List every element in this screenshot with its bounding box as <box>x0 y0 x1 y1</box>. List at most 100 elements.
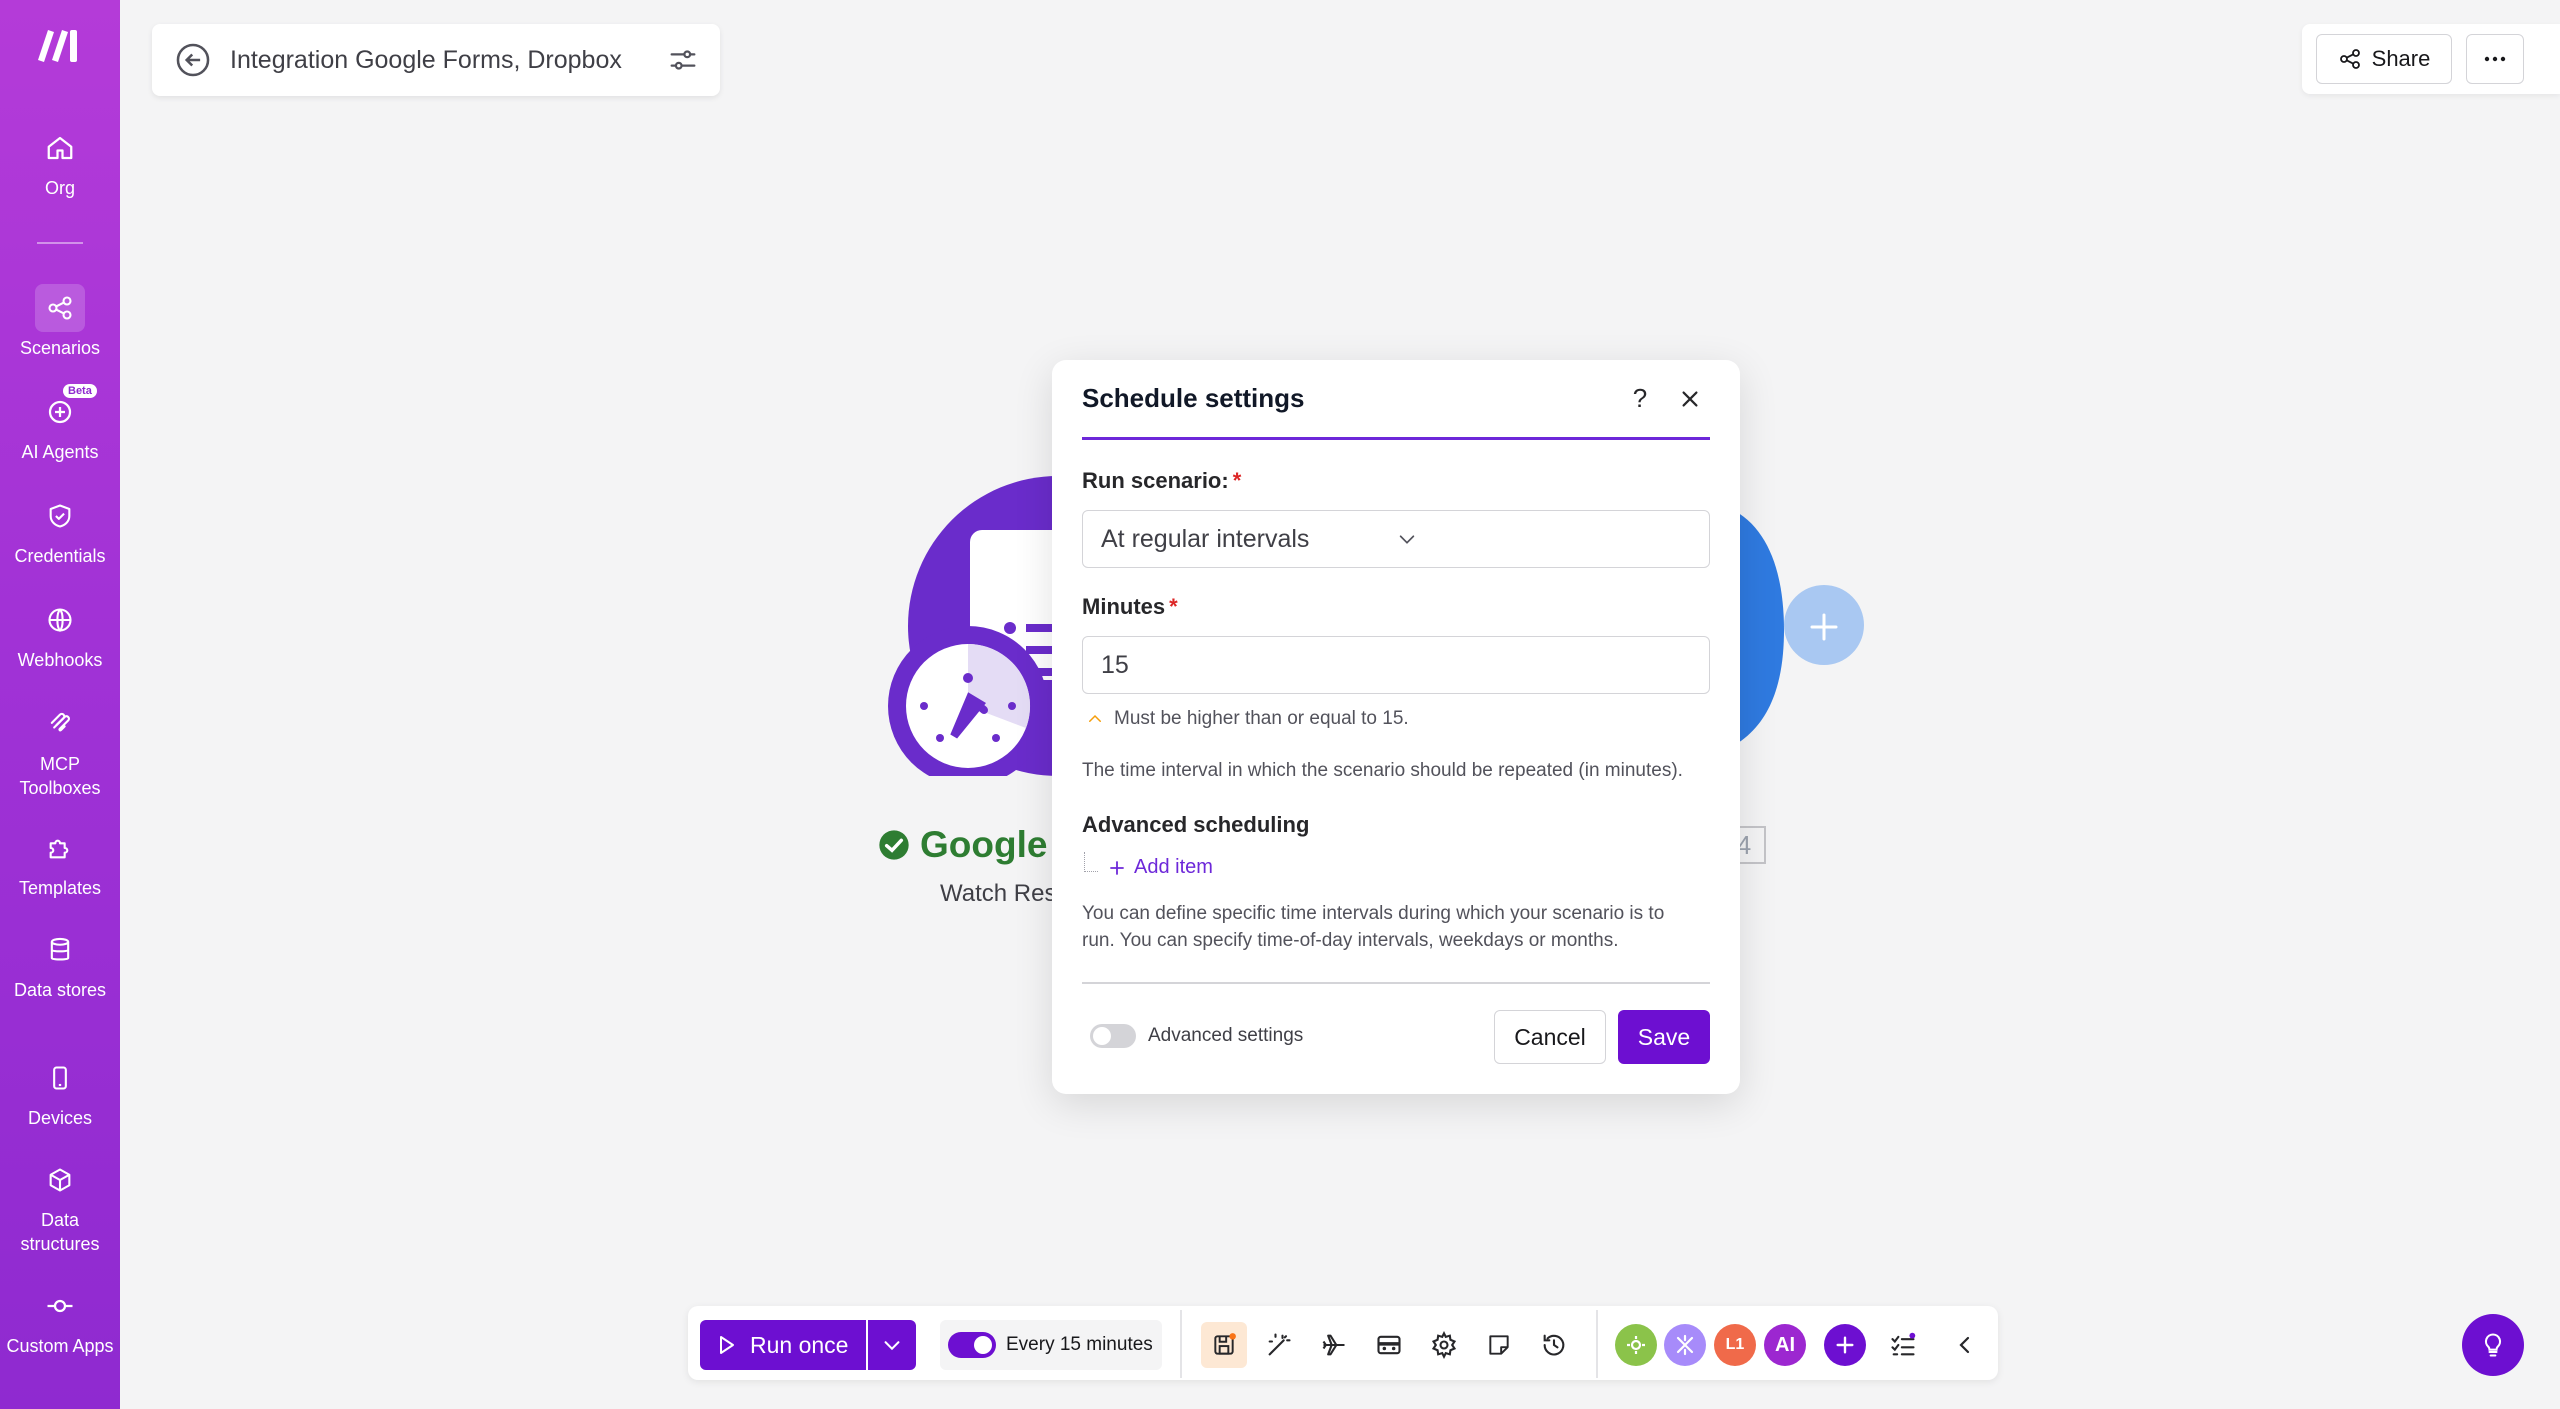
advanced-settings-label: Advanced settings <box>1148 1025 1304 1046</box>
sidebar-item-label: Custom Apps <box>6 1336 114 1356</box>
sidebar-item-label: Templates <box>18 878 102 898</box>
save-scenario-icon[interactable] <box>1201 1322 1247 1368</box>
toolbar-separator <box>1180 1310 1182 1378</box>
sidebar-item-custom-apps[interactable]: Custom Apps <box>0 1282 120 1358</box>
chevron-down-icon <box>881 1334 903 1356</box>
toolbar-separator <box>1596 1310 1598 1378</box>
close-icon[interactable] <box>1670 379 1710 419</box>
phone-icon <box>35 1054 85 1102</box>
minutes-label: Minutes * <box>1082 594 1178 620</box>
module-l1-avatar[interactable]: L1 <box>1714 1324 1756 1366</box>
sidebar-item-label: Data structures <box>20 1210 100 1254</box>
sidebar-item-data-structures[interactable]: Data structures <box>0 1156 120 1256</box>
commit-icon <box>35 1282 85 1330</box>
more-options-button[interactable] <box>2466 34 2524 84</box>
globe-icon <box>35 596 85 644</box>
back-arrow-icon[interactable] <box>174 41 212 79</box>
airplane-icon[interactable] <box>1311 1322 1357 1368</box>
sidebar-item-devices[interactable]: Devices <box>0 1054 120 1130</box>
sidebar-item-label: Credentials <box>14 546 106 566</box>
required-mark: * <box>1169 594 1178 619</box>
sidebar: Org Scenarios Beta AI Agents Credentials… <box>0 0 120 1409</box>
chevron-left-icon[interactable] <box>1942 1322 1988 1368</box>
cube-icon <box>35 1156 85 1204</box>
ellipsis-icon <box>2484 56 2506 62</box>
run-once-label: Run once <box>750 1331 849 1358</box>
sidebar-item-mcp-toolboxes[interactable]: MCP Toolboxes <box>0 700 120 800</box>
scenario-title[interactable]: Integration Google Forms, Dropbox <box>230 46 666 75</box>
add-item-button[interactable]: Add item <box>1108 856 1213 879</box>
cancel-button[interactable]: Cancel <box>1494 1010 1606 1064</box>
sidebar-item-webhooks[interactable]: Webhooks <box>0 596 120 672</box>
home-icon <box>35 124 85 172</box>
sidebar-item-label: Devices <box>27 1108 93 1128</box>
interval-help-text: The time interval in which the scenario … <box>1082 760 1683 781</box>
checklist-icon[interactable] <box>1880 1322 1926 1368</box>
share-nodes-icon <box>35 284 85 332</box>
play-icon <box>714 1333 738 1357</box>
schedule-toggle-pill[interactable]: Every 15 minutes <box>940 1320 1162 1370</box>
sliders-icon[interactable] <box>666 43 700 77</box>
help-lightbulb-button[interactable] <box>2462 1314 2524 1376</box>
scenario-title-card: Integration Google Forms, Dropbox <box>152 24 720 96</box>
google-module-label: Google <box>878 824 1047 866</box>
puzzle-icon <box>35 824 85 872</box>
run-options-dropdown[interactable] <box>868 1320 916 1370</box>
sidebar-item-data-stores[interactable]: Data stores <box>0 926 120 1002</box>
lightbulb-icon <box>2479 1331 2507 1359</box>
minutes-input[interactable] <box>1082 636 1710 694</box>
schedule-toggle[interactable] <box>948 1332 996 1358</box>
schedule-settings-dialog: Schedule settings ? Run scenario: * At re… <box>1052 360 1740 1094</box>
run-scenario-select[interactable]: At regular intervals <box>1082 510 1710 568</box>
module-subtitle: Watch Res <box>940 880 1057 907</box>
plus-icon <box>1108 859 1126 877</box>
sidebar-item-org[interactable]: Org <box>0 124 120 200</box>
mcp-icon <box>35 700 85 748</box>
module-ai-avatar[interactable]: AI <box>1764 1324 1806 1366</box>
database-icon <box>35 926 85 974</box>
sidebar-item-label: Webhooks <box>17 650 103 670</box>
layout-icon[interactable] <box>1366 1322 1412 1368</box>
advanced-help-line2: run. You can specify time-of-day interva… <box>1082 930 1619 951</box>
add-module-plus-icon[interactable] <box>1806 609 1842 645</box>
module-tools-avatar-icon[interactable] <box>1664 1324 1706 1366</box>
sidebar-item-credentials[interactable]: Credentials <box>0 492 120 568</box>
add-item-label: Add item <box>1134 856 1213 878</box>
dialog-header: Schedule settings ? <box>1082 360 1710 440</box>
history-icon[interactable] <box>1531 1322 1577 1368</box>
warning-chevron-icon <box>1086 710 1104 728</box>
minutes-warning: Must be higher than or equal to 15. <box>1114 708 1409 729</box>
advanced-help-line1: You can define specific time intervals d… <box>1082 903 1665 924</box>
note-icon[interactable] <box>1476 1322 1522 1368</box>
sidebar-item-scenarios[interactable]: Scenarios <box>0 284 120 360</box>
share-button[interactable]: Share <box>2316 34 2452 84</box>
magic-wand-icon[interactable] <box>1256 1322 1302 1368</box>
save-button[interactable]: Save <box>1618 1010 1710 1064</box>
share-label: Share <box>2371 46 2431 71</box>
gear-icon[interactable] <box>1421 1322 1467 1368</box>
run-once-button[interactable]: Run once <box>700 1320 866 1370</box>
shield-icon <box>35 492 85 540</box>
add-module-button[interactable] <box>1824 1324 1866 1366</box>
advanced-settings-toggle[interactable] <box>1090 1024 1136 1048</box>
run-scenario-label: Run scenario: * <box>1082 468 1241 494</box>
advanced-scheduling-label: Advanced scheduling <box>1082 812 1310 837</box>
module-gear-avatar-icon[interactable] <box>1615 1324 1657 1366</box>
make-logo-icon[interactable] <box>34 24 86 64</box>
module-name: Google <box>920 824 1048 865</box>
share-icon <box>2338 47 2362 71</box>
tree-connector <box>1084 852 1098 872</box>
ai-agent-icon: Beta <box>35 384 97 436</box>
run-scenario-value: At regular intervals <box>1101 524 1310 553</box>
sidebar-item-label: AI Agents <box>21 442 99 462</box>
required-mark: * <box>1232 468 1242 493</box>
beta-badge: Beta <box>63 384 97 398</box>
sidebar-item-templates[interactable]: Templates <box>0 824 120 900</box>
sidebar-item-ai-agents[interactable]: Beta AI Agents <box>0 384 120 464</box>
run-scenario-label-text: Run scenario: <box>1082 468 1229 493</box>
sidebar-divider <box>37 242 83 244</box>
help-button[interactable]: ? <box>1620 379 1660 419</box>
sidebar-item-label: Data stores <box>13 980 107 1000</box>
sidebar-item-label: Scenarios <box>19 338 101 358</box>
sidebar-item-label: MCP Toolboxes <box>19 754 101 798</box>
